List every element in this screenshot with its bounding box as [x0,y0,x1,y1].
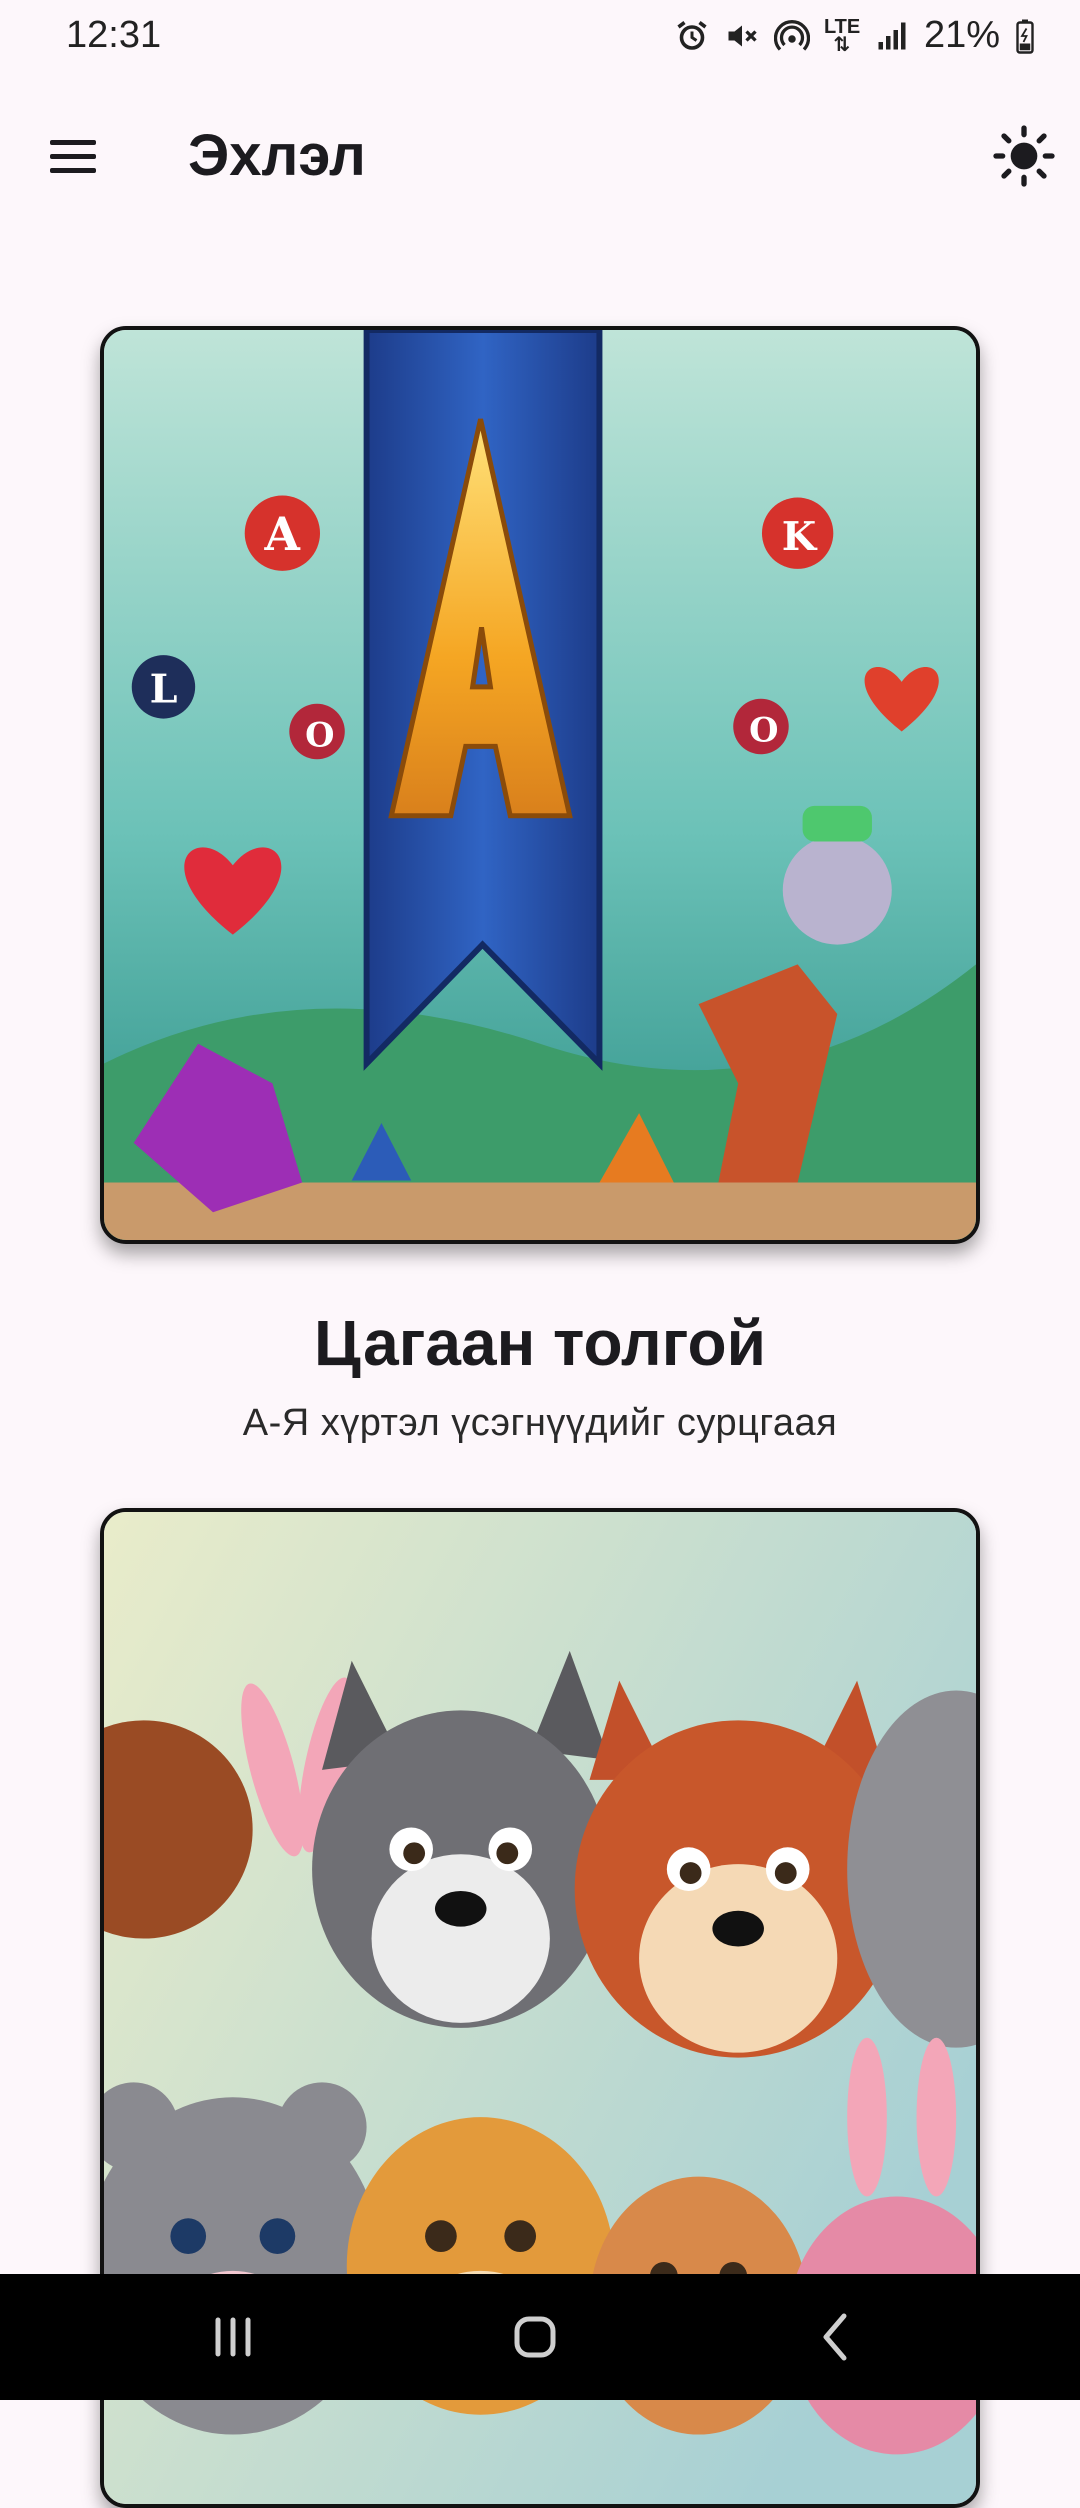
alphabet-card[interactable]: A K L O O [100,326,980,1244]
battery-icon [1016,19,1034,54]
home-icon[interactable] [490,2302,580,2372]
signal-icon [878,22,906,49]
alarm-icon [677,20,707,50]
hotspot-icon [773,19,810,51]
alphabet-card-subtitle: А-Я хүртэл үсэгнүүдийг сурцгаая [242,1402,838,1444]
status-time: 12:31 [66,14,162,56]
network-label: LTE [823,15,861,38]
lte-icon: LTE ⇅ [823,15,861,56]
back-icon[interactable] [792,2302,882,2372]
status-bar: 12:31 LTE ⇅ 21% [0,0,1080,76]
mute-icon [728,25,757,46]
status-icons: LTE ⇅ 21% [674,14,1036,57]
svg-text:L: L [150,667,178,713]
hamburger-menu-icon[interactable] [46,130,102,186]
page-title: Эхлэл [188,123,366,188]
svg-text:K: K [782,514,818,560]
svg-text:O: O [749,709,778,749]
svg-text:O: O [305,714,334,754]
sun-icon[interactable] [992,124,1056,188]
app-bar: Эхлэл [0,110,1080,202]
alphabet-card-image: A K L O O [104,330,976,1240]
svg-text:A: A [264,507,301,561]
battery-percent: 21% [923,14,1000,56]
system-navigation-bar [0,2274,1080,2400]
recent-apps-icon[interactable] [188,2302,278,2372]
alphabet-card-title: Цагаан толгой [314,1307,766,1379]
